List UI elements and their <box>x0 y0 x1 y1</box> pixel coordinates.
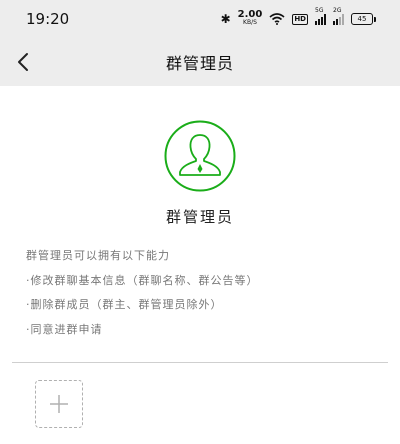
permissions-intro: 群管理员可以拥有以下能力 <box>26 249 170 262</box>
permission-item: ·修改群聊基本信息（群聊名称、群公告等） <box>26 273 259 287</box>
signal-sim1-icon: 5G <box>315 7 326 25</box>
hd-badge: HD <box>292 13 308 25</box>
network-speed-value: 2.00 <box>237 9 263 20</box>
nav-bar: 群管理员 <box>0 38 400 86</box>
signal-sim2-label: 2G <box>333 6 342 14</box>
status-time: 19:20 <box>26 10 70 28</box>
battery-level: 45 <box>351 13 373 25</box>
permissions-description: 群管理员可以拥有以下能力 ·修改群聊基本信息（群聊名称、群公告等） ·删除群成员… <box>0 247 400 336</box>
admin-header: 群管理员 <box>0 86 400 227</box>
plus-icon <box>50 395 68 413</box>
chevron-left-icon[interactable] <box>14 50 34 74</box>
admin-avatar-icon <box>164 120 236 192</box>
content: 群管理员 群管理员可以拥有以下能力 ·修改群聊基本信息（群聊名称、群公告等） ·… <box>0 86 400 363</box>
add-admin-button[interactable] <box>35 380 83 428</box>
divider <box>12 361 388 363</box>
network-speed-unit: KB/S <box>243 19 257 26</box>
permission-item: ·同意进群申请 <box>26 322 103 336</box>
bluetooth-icon: ✱ <box>220 12 231 26</box>
wifi-icon <box>269 13 285 25</box>
signal-sim1-label: 5G <box>315 6 324 14</box>
signal-sim2-icon: 2G <box>333 7 344 25</box>
battery-icon: 45 <box>351 13 376 25</box>
admin-role-label: 群管理员 <box>165 208 234 226</box>
status-icons: ✱ 2.00 KB/S HD 5G 2G 45 <box>220 7 376 27</box>
status-bar: 19:20 ✱ 2.00 KB/S HD 5G 2G 45 <box>0 0 400 38</box>
page-title: 群管理员 <box>165 54 234 73</box>
permission-item: ·删除群成员（群主、群管理员除外） <box>26 298 223 311</box>
network-speed: 2.00 KB/S <box>237 9 263 27</box>
